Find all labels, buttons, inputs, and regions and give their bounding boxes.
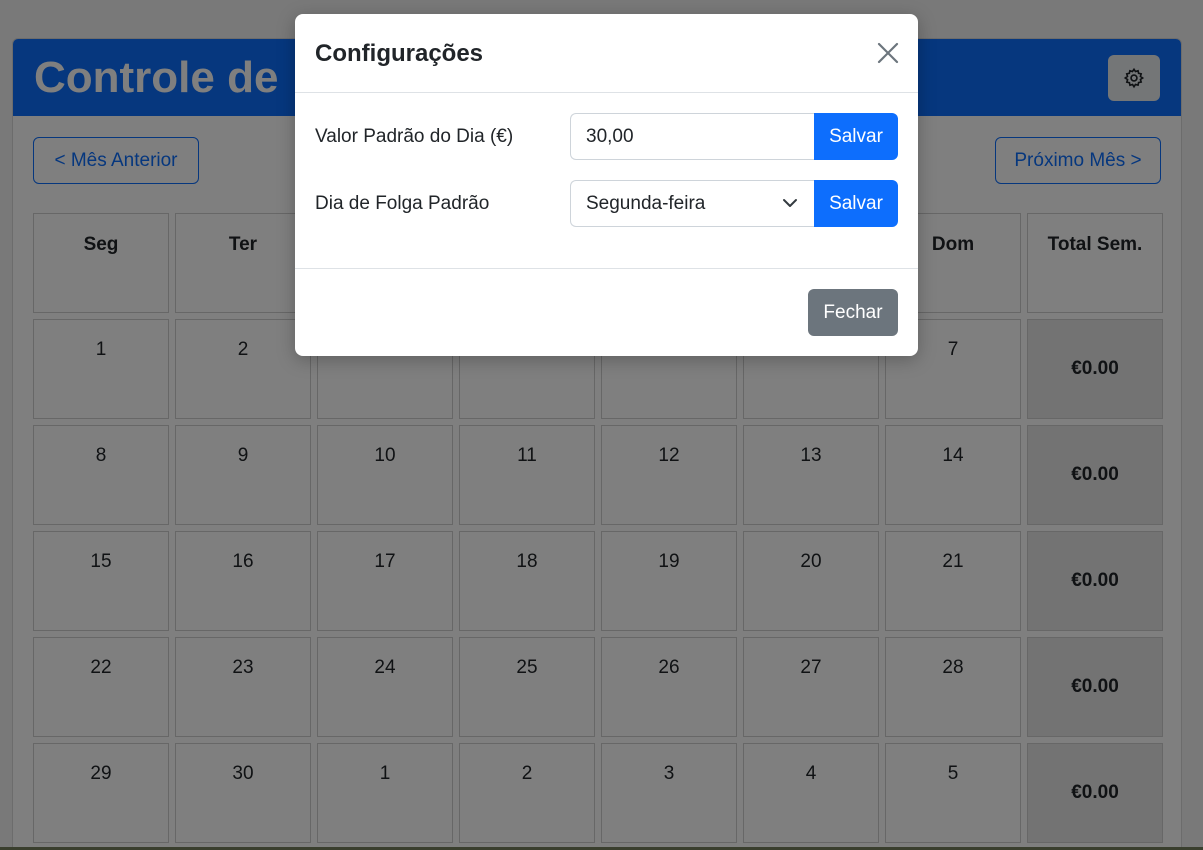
day-off-group: Segunda-feira Salvar [570, 180, 898, 227]
chevron-down-icon [783, 199, 797, 207]
modal-body: Valor Padrão do Dia (€) Salvar Dia de Fo… [295, 93, 918, 269]
settings-modal: Configurações Valor Padrão do Dia (€) Sa… [295, 14, 918, 356]
day-off-label: Dia de Folga Padrão [315, 193, 490, 214]
close-button[interactable] [876, 41, 900, 65]
daily-value-label: Valor Padrão do Dia (€) [315, 126, 514, 147]
save-day-off-button[interactable]: Salvar [814, 180, 898, 227]
close-modal-button[interactable]: Fechar [808, 289, 898, 336]
modal-footer: Fechar [295, 269, 918, 355]
day-off-row: Dia de Folga Padrão Segunda-feira Salvar [315, 180, 898, 227]
save-daily-value-button[interactable]: Salvar [814, 113, 898, 160]
daily-value-row: Valor Padrão do Dia (€) Salvar [315, 113, 898, 160]
close-icon [877, 42, 899, 64]
daily-value-group: Salvar [570, 113, 898, 160]
day-off-selected-value: Segunda-feira [586, 193, 706, 214]
daily-value-input[interactable] [570, 113, 814, 160]
modal-header: Configurações [295, 14, 918, 93]
day-off-select[interactable]: Segunda-feira [570, 180, 814, 227]
modal-title: Configurações [315, 40, 484, 67]
